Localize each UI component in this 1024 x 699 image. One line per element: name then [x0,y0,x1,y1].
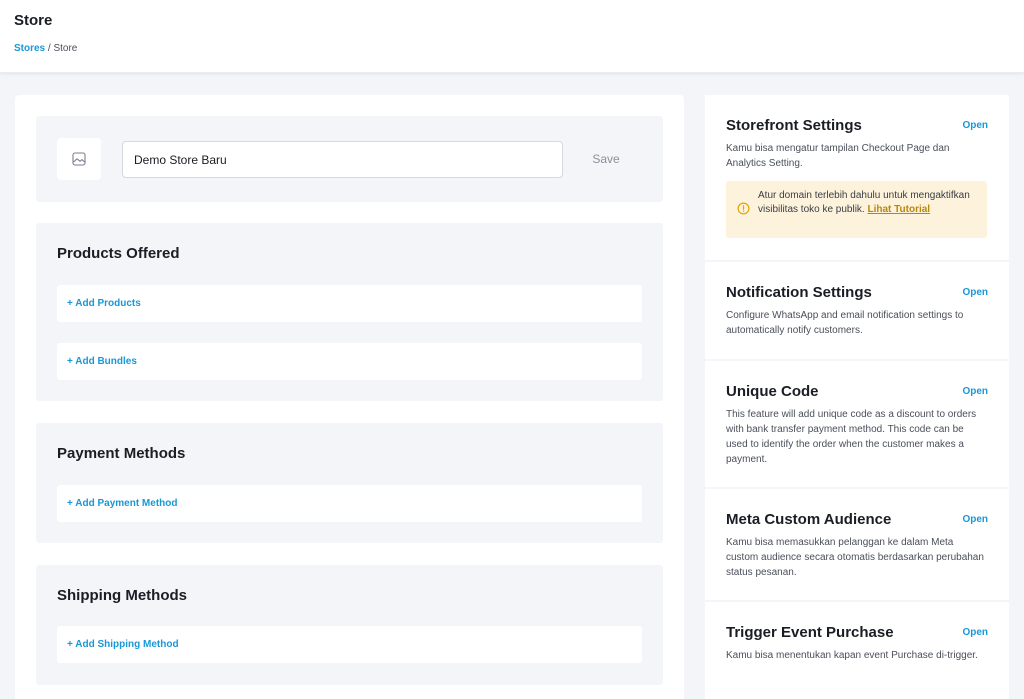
payment-methods-section: Payment Methods + Add Payment Method [36,423,663,543]
add-bundles-button[interactable]: + Add Bundles [57,343,642,380]
top-bar: Store Stores / Store [0,0,1024,73]
store-name-input[interactable] [122,141,563,178]
products-offered-title: Products Offered [57,245,180,262]
lihat-tutorial-link[interactable]: Lihat Tutorial [868,204,931,215]
unique-code-description: This feature will add unique code as a d… [726,409,977,465]
warning-circle-icon [737,202,750,215]
trigger-event-purchase-title: Trigger Event Purchase [726,624,894,641]
notification-settings-open-link[interactable]: Open [962,287,988,298]
storefront-settings-card: Storefront Settings Open Kamu bisa menga… [705,95,1009,260]
store-header-section: Save [36,116,663,202]
notification-settings-title: Notification Settings [726,284,872,301]
settings-panel: Storefront Settings Open Kamu bisa menga… [705,95,1009,699]
trigger-event-purchase-card: Trigger Event Purchase Open Kamu bisa me… [705,602,1009,699]
storefront-settings-description: Kamu bisa mengatur tampilan Checkout Pag… [726,143,950,169]
save-button[interactable]: Save [584,144,628,174]
add-shipping-method-button[interactable]: + Add Shipping Method [57,626,642,663]
page-title: Store [14,12,53,29]
payment-methods-title: Payment Methods [57,445,186,462]
meta-custom-audience-open-link[interactable]: Open [962,514,988,525]
domain-warning-alert: Atur domain terlebih dahulu untuk mengak… [726,181,987,238]
add-payment-method-button[interactable]: + Add Payment Method [57,485,642,522]
shipping-methods-title: Shipping Methods [57,587,187,604]
store-image-upload[interactable] [57,138,101,180]
notification-settings-description: Configure WhatsApp and email notificatio… [726,310,964,336]
trigger-event-purchase-open-link[interactable]: Open [962,627,988,638]
storefront-settings-title: Storefront Settings [726,117,862,134]
store-editor-panel: Save Products Offered + Add Products + A… [15,95,684,699]
meta-custom-audience-title: Meta Custom Audience [726,511,892,528]
image-placeholder-icon [72,152,86,166]
breadcrumb-separator: / [47,43,51,54]
trigger-event-purchase-description: Kamu bisa menentukan kapan event Purchas… [726,650,978,661]
domain-warning-text: Atur domain terlebih dahulu untuk mengak… [758,189,980,217]
add-products-button[interactable]: + Add Products [57,285,642,322]
meta-custom-audience-description: Kamu bisa memasukkan pelanggan ke dalam … [726,537,984,578]
notification-settings-card: Notification Settings Open Configure Wha… [705,262,1009,359]
breadcrumb: Stores / Store [14,43,77,54]
unique-code-card: Unique Code Open This feature will add u… [705,361,1009,487]
breadcrumb-stores-link[interactable]: Stores [14,43,45,54]
storefront-settings-open-link[interactable]: Open [962,120,988,131]
meta-custom-audience-card: Meta Custom Audience Open Kamu bisa mema… [705,489,1009,600]
shipping-methods-section: Shipping Methods + Add Shipping Method [36,565,663,685]
products-offered-section: Products Offered + Add Products + Add Bu… [36,223,663,401]
breadcrumb-current: Store [53,43,78,54]
domain-warning-message: Atur domain terlebih dahulu untuk mengak… [758,190,970,215]
unique-code-open-link[interactable]: Open [962,386,988,397]
unique-code-title: Unique Code [726,383,819,400]
